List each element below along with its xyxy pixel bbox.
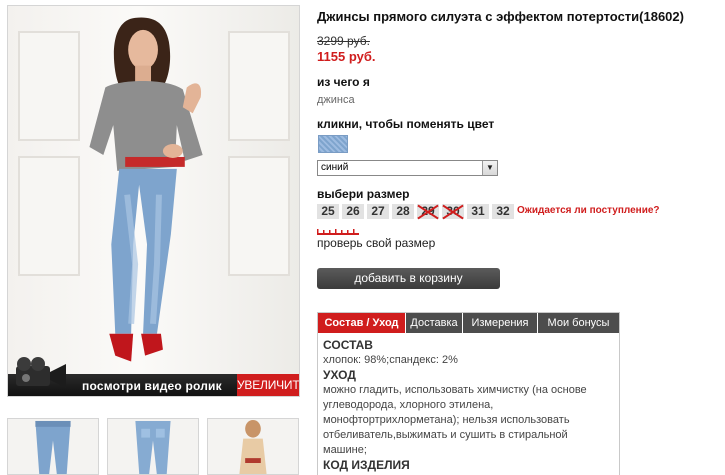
thumbnail-1[interactable]: [7, 418, 99, 475]
size-options: 25 26 27 28 29 30 31 32: [317, 204, 514, 219]
tab-measurements[interactable]: Измерения: [463, 313, 538, 333]
composition-heading: СОСТАВ: [323, 338, 373, 352]
care-heading: УХОД: [323, 368, 356, 382]
main-product-photo[interactable]: посмотри видео ролик УВЕЛИЧИТЬ: [7, 5, 300, 397]
material-value: джинса: [317, 94, 355, 106]
size-label: выбери размер: [317, 187, 410, 201]
color-select[interactable]: синий ▼: [317, 160, 498, 176]
product-details-panel: Состав / Уход Доставка Измерения Мои бон…: [317, 312, 620, 475]
sale-price: 1155 руб.: [317, 49, 376, 64]
tab-content: СОСТАВ хлопок: 98%;спандекс: 2% УХОД мож…: [318, 333, 619, 475]
material-label: из чего я: [317, 75, 370, 89]
chevron-down-icon[interactable]: ▼: [482, 161, 497, 175]
model-figure: [89, 17, 203, 362]
video-link[interactable]: посмотри видео ролик: [82, 379, 222, 393]
zoom-button[interactable]: УВЕЛИЧИТЬ: [237, 374, 299, 396]
tab-bonuses[interactable]: Мои бонусы: [538, 313, 619, 333]
size-option-27[interactable]: 27: [367, 204, 389, 219]
tab-delivery[interactable]: Доставка: [406, 313, 463, 333]
jeans-front-thumbnail: [35, 420, 71, 474]
color-label: кликни, чтобы поменять цвет: [317, 117, 495, 131]
code-heading: КОД ИЗДЕЛИЯ: [323, 458, 410, 472]
size-option-29-unavailable: 29: [417, 204, 439, 219]
size-option-31[interactable]: 31: [467, 204, 489, 219]
tab-composition-care[interactable]: Состав / Уход: [318, 313, 406, 333]
old-price: 3299 руб.: [317, 34, 370, 48]
availability-link[interactable]: Ожидается ли поступление?: [517, 205, 660, 216]
model-thumbnail: [239, 419, 267, 474]
video-camera-icon[interactable]: [10, 354, 70, 394]
add-to-cart-button[interactable]: добавить в корзину: [317, 268, 500, 289]
care-text: можно гладить, использовать химчистку (н…: [323, 384, 587, 456]
color-select-value: синий: [321, 162, 349, 173]
composition-text: хлопок: 98%;спандекс: 2%: [323, 354, 458, 366]
details-tabs: Состав / Уход Доставка Измерения Мои бон…: [318, 313, 619, 333]
product-title: Джинсы прямого силуэта с эффектом потерт…: [317, 9, 684, 24]
color-swatch[interactable]: [318, 135, 348, 153]
thumbnail-3[interactable]: [207, 418, 299, 475]
size-option-30-unavailable: 30: [442, 204, 464, 219]
size-option-32[interactable]: 32: [492, 204, 514, 219]
size-option-26[interactable]: 26: [342, 204, 364, 219]
size-option-28[interactable]: 28: [392, 204, 414, 219]
jeans-back-thumbnail: [135, 420, 171, 474]
thumbnail-2[interactable]: [107, 418, 199, 475]
ruler-icon[interactable]: [317, 229, 359, 235]
check-size-link[interactable]: проверь свой размер: [317, 236, 435, 250]
size-option-25[interactable]: 25: [317, 204, 339, 219]
